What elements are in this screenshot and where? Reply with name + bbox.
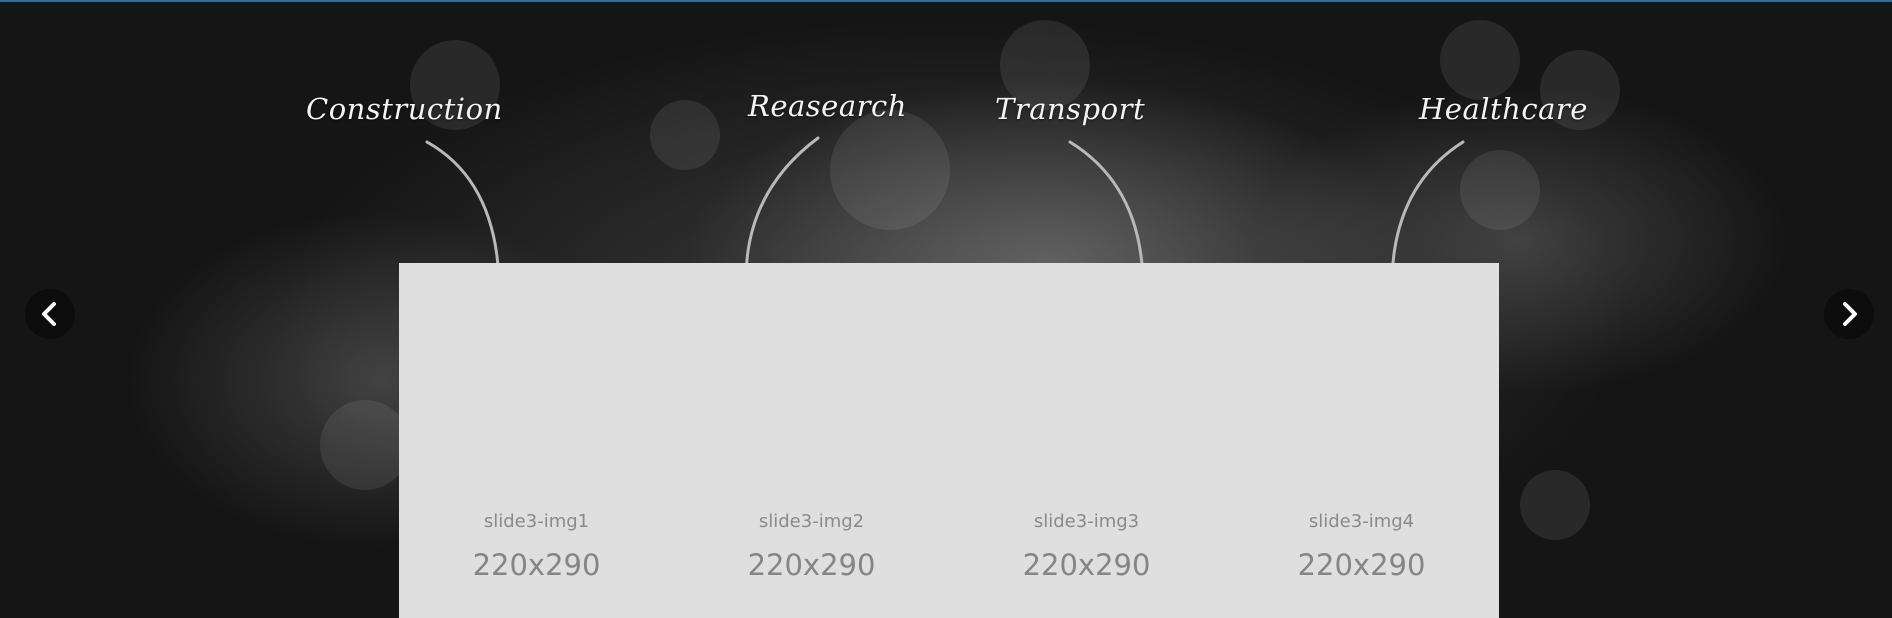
slider-stage: Construction Reasearch Transport Healthc… (0, 0, 1892, 618)
connector-curve-construction (425, 140, 501, 282)
previous-slide-button[interactable] (25, 289, 75, 339)
connector-curve-healthcare (1390, 140, 1465, 280)
placeholder-size: 220x290 (747, 548, 876, 582)
placeholder-name: slide3-img4 (1308, 511, 1415, 532)
placeholder-name: slide3-img2 (758, 511, 865, 532)
chevron-right-icon (1843, 302, 1857, 326)
slide-image-placeholder-1[interactable]: slide3-img1 220x290 (399, 263, 674, 618)
chevron-left-icon (42, 302, 56, 326)
placeholder-size: 220x290 (472, 548, 601, 582)
slide-image-panel: slide3-img1 220x290 slide3-img2 220x290 … (399, 263, 1499, 618)
slide-image-placeholder-4[interactable]: slide3-img4 220x290 (1224, 263, 1499, 618)
slide-image-placeholder-3[interactable]: slide3-img3 220x290 (949, 263, 1224, 618)
next-slide-button[interactable] (1824, 289, 1874, 339)
connector-curve-research (744, 136, 820, 277)
slide-image-placeholder-2[interactable]: slide3-img2 220x290 (674, 263, 949, 618)
placeholder-name: slide3-img1 (483, 511, 590, 532)
placeholder-name: slide3-img3 (1033, 511, 1140, 532)
placeholder-size: 220x290 (1297, 548, 1426, 582)
placeholder-size: 220x290 (1022, 548, 1151, 582)
connector-curve-transport (1068, 140, 1145, 282)
